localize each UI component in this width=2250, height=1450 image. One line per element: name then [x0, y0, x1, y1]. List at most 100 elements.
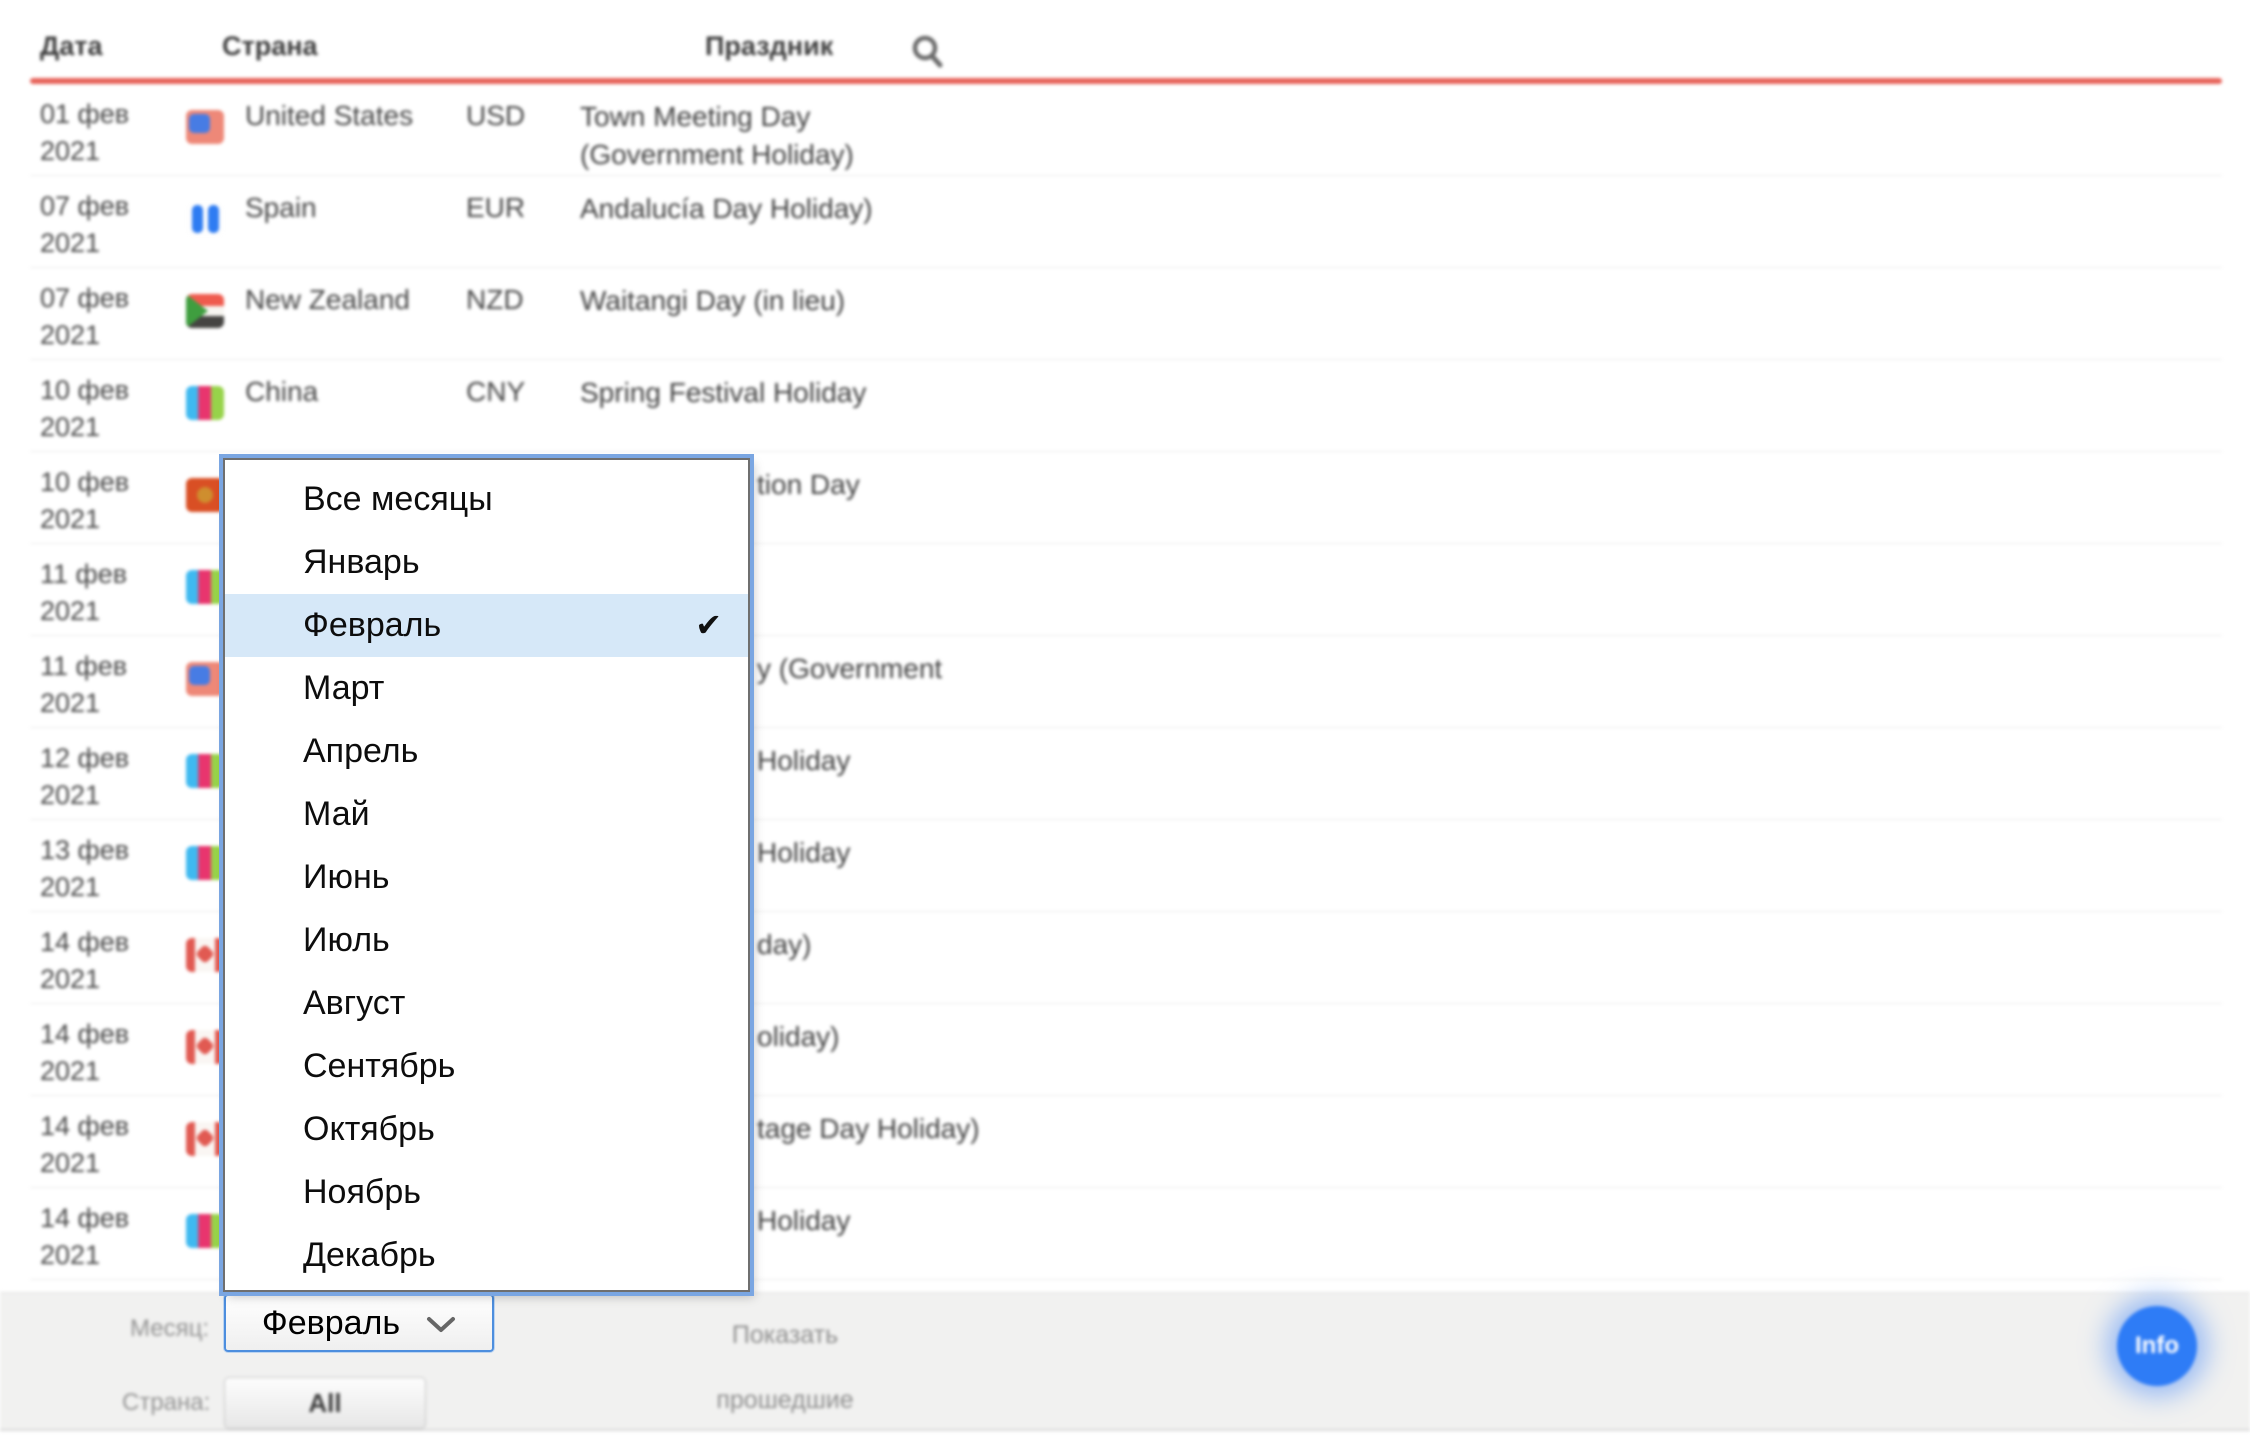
cn-flag-icon: [186, 386, 224, 420]
holiday-date: 07 фев2021: [40, 188, 129, 262]
info-button[interactable]: Info: [2117, 1306, 2197, 1386]
country-name: New Zealand: [245, 284, 410, 316]
month-dropdown: Все месяцы Январь Февраль ✔ Март Апрель Май Июн…: [223, 458, 750, 1292]
month-option[interactable]: Апрель: [225, 720, 748, 783]
holiday-date: 10 фев2021: [40, 464, 129, 538]
ca-flag-icon: [186, 1122, 224, 1156]
date-year: 2021: [40, 1237, 129, 1274]
date-year: 2021: [40, 133, 129, 170]
holiday-date: 14 фев2021: [40, 924, 129, 998]
month-option[interactable]: Октябрь: [225, 1098, 748, 1161]
holiday-name-partial: tage Day Holiday): [757, 1110, 980, 1148]
month-option-label: Июль: [303, 921, 390, 959]
table-row: 07 фев2021New ZealandNZDWaitangi Day (in…: [30, 268, 2222, 360]
holiday-date: 14 фев2021: [40, 1200, 129, 1274]
country-filter-button[interactable]: All: [224, 1377, 426, 1429]
holiday-date: 14 фев2021: [40, 1016, 129, 1090]
country-name: China: [245, 376, 318, 408]
country-name: United States: [245, 100, 413, 132]
table-row: 01 фев2021 United States USD Town Meeting D…: [30, 84, 2222, 176]
date-day-month: 10 фев: [40, 372, 129, 409]
search-icon[interactable]: [908, 32, 948, 72]
month-option[interactable]: Июль: [225, 909, 748, 972]
date-year: 2021: [40, 961, 129, 998]
date-day-month: 11 фев: [40, 648, 127, 685]
holiday-name: Waitangi Day (in lieu): [580, 282, 845, 320]
month-option[interactable]: Ноябрь: [225, 1161, 748, 1224]
date-day-month: 12 фев: [40, 740, 129, 777]
holiday-name: Town Meeting Day (Government Holiday): [580, 98, 975, 174]
mn-flag-icon: [186, 846, 224, 880]
currency-code: EUR: [466, 192, 525, 224]
column-header-holiday: Праздник: [705, 31, 833, 62]
date-day-month: 01 фев: [40, 96, 129, 133]
date-year: 2021: [40, 501, 129, 538]
date-year: 2021: [40, 685, 127, 722]
month-option[interactable]: Сентябрь: [225, 1035, 748, 1098]
holiday-name-partial: Holiday: [757, 742, 850, 780]
month-option-label: Март: [303, 669, 384, 707]
month-option-label: Апрель: [303, 732, 418, 770]
country-name: Spain: [245, 192, 317, 224]
show-past-toggle[interactable]: Показать прошедшие: [700, 1293, 870, 1429]
date-day-month: 11 фев: [40, 556, 127, 593]
mn-flag-icon: [186, 754, 224, 788]
date-day-month: 07 фев: [40, 188, 129, 225]
month-option[interactable]: Январь: [225, 531, 748, 594]
holiday-name: Andalucía Day Holiday): [580, 190, 873, 228]
date-day-month: 07 фев: [40, 280, 129, 317]
mn-flag-icon: [186, 570, 224, 604]
mn-flag-icon: [186, 1214, 224, 1248]
month-option-label: Май: [303, 795, 370, 833]
month-select-value: Февраль: [262, 1304, 400, 1343]
date-day-month: 13 фев: [40, 832, 129, 869]
date-year: 2021: [40, 409, 129, 446]
holiday-name-partial: tion Day: [757, 466, 860, 504]
month-option-label: Февраль: [303, 606, 441, 644]
month-option[interactable]: Март: [225, 657, 748, 720]
date-year: 2021: [40, 869, 129, 906]
month-option-label: Август: [303, 984, 405, 1022]
holiday-date: 14 фев2021: [40, 1108, 129, 1182]
checkmark-icon: ✔: [695, 594, 722, 657]
us-flag-icon: [186, 662, 224, 696]
holiday-date: 10 фев2021: [40, 372, 129, 446]
month-option[interactable]: Август: [225, 972, 748, 1035]
month-option[interactable]: Февраль ✔: [225, 594, 748, 657]
country-filter-label: Страна:: [122, 1389, 210, 1417]
month-option-label: Октябрь: [303, 1110, 435, 1148]
table-row: 07 фев2021 Spain EUR Andalucía Day Holiday): [30, 176, 2222, 268]
table-row: 10 фев2021 China CNY Spring Festival Holida…: [30, 360, 2222, 452]
holiday-date: 07 фев2021: [40, 280, 129, 354]
month-option[interactable]: Июнь: [225, 846, 748, 909]
holiday-name-partial: oliday): [757, 1018, 839, 1056]
holiday-name: Spring Festival Holiday: [580, 374, 866, 412]
currency-code: USD: [466, 100, 525, 132]
month-option[interactable]: Декабрь: [225, 1224, 748, 1287]
month-select-button[interactable]: Февраль: [224, 1294, 494, 1352]
holiday-name-partial: day): [757, 926, 811, 964]
holiday-calendar-app: Дата Страна Праздник 01 фев2021United St…: [0, 0, 2250, 1450]
date-year: 2021: [40, 1053, 129, 1090]
date-year: 2021: [40, 1145, 129, 1182]
month-option[interactable]: Май: [225, 783, 748, 846]
month-option-label: Январь: [303, 543, 420, 581]
month-option-label: Сентябрь: [303, 1047, 455, 1085]
date-year: 2021: [40, 777, 129, 814]
es-flag-icon: [186, 202, 224, 236]
currency-code: CNY: [466, 376, 525, 408]
holiday-name-partial: y (Government: [757, 650, 942, 688]
month-option-label: Июнь: [303, 858, 389, 896]
us-flag-icon: [186, 110, 224, 144]
kg-flag-icon: [186, 478, 224, 512]
date-day-month: 14 фев: [40, 1200, 129, 1237]
column-header-date: Дата: [40, 31, 103, 62]
month-option-label: Ноябрь: [303, 1173, 421, 1211]
holiday-date: 11 фев2021: [40, 556, 127, 630]
holiday-name-partial: Holiday: [757, 834, 850, 872]
month-option[interactable]: Все месяцы: [225, 468, 748, 531]
date-day-month: 10 фев: [40, 464, 129, 501]
date-day-month: 14 фев: [40, 1016, 129, 1053]
holiday-date: 12 фев2021: [40, 740, 129, 814]
date-year: 2021: [40, 593, 127, 630]
